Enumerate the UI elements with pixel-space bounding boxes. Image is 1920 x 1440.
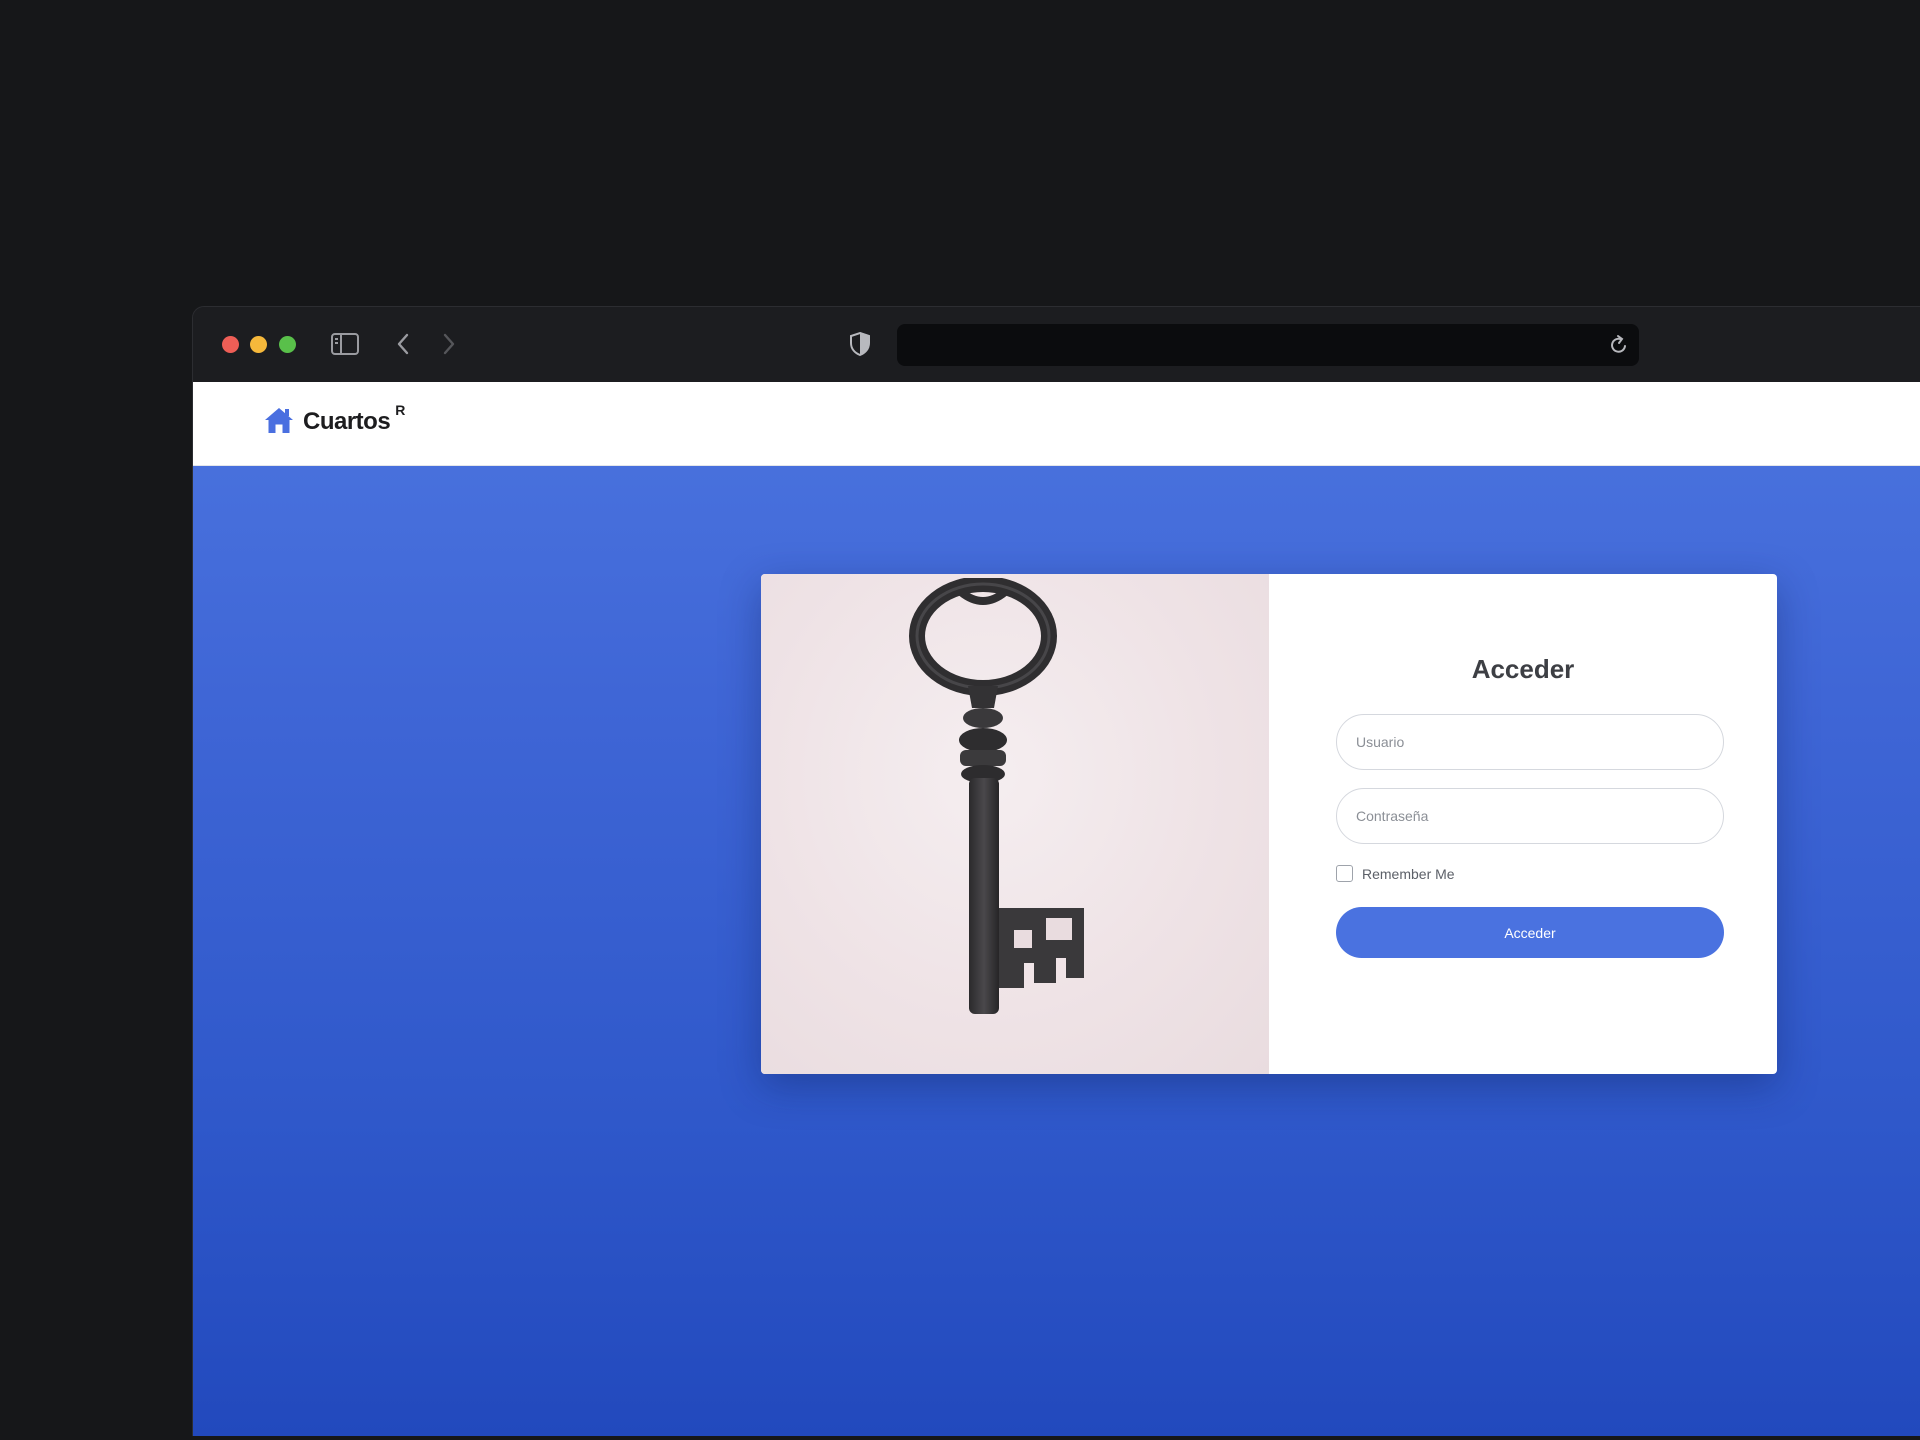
brand-superscript: R	[395, 402, 406, 418]
key-image	[761, 574, 1269, 1074]
brand-link[interactable]: Cuartos R	[263, 402, 406, 436]
address-bar[interactable]	[897, 324, 1639, 366]
username-input[interactable]	[1336, 714, 1724, 770]
remember-me-label: Remember Me	[1362, 865, 1455, 882]
chevron-left-icon[interactable]	[395, 331, 411, 357]
remember-me-checkbox[interactable]	[1336, 865, 1353, 882]
close-window-button[interactable]	[222, 336, 239, 353]
remember-me[interactable]: Remember Me	[1336, 865, 1455, 882]
site-navbar: Cuartos R	[193, 382, 1920, 466]
browser-window: Cuartos R Acceder Usuario Remember Me Ac…	[192, 306, 1920, 1436]
home-icon	[263, 406, 295, 434]
page-viewport: Cuartos R Acceder Usuario Remember Me Ac…	[193, 382, 1920, 1436]
browser-toolbar	[193, 307, 1920, 382]
password-input[interactable]	[1336, 788, 1724, 844]
key-illustration	[909, 578, 1084, 1014]
minimize-window-button[interactable]	[250, 336, 267, 353]
maximize-window-button[interactable]	[279, 336, 296, 353]
sidebar-toggle-icon[interactable]	[331, 333, 359, 355]
login-form: Acceder Remember Me Acceder	[1269, 574, 1777, 1074]
login-submit-button[interactable]: Acceder	[1336, 907, 1724, 958]
login-title: Acceder	[1471, 654, 1575, 684]
chevron-right-icon[interactable]	[441, 331, 457, 357]
login-card: Acceder Remember Me Acceder	[761, 574, 1777, 1074]
reload-icon[interactable]	[1609, 334, 1629, 356]
shield-icon[interactable]	[849, 331, 871, 357]
brand-name: Cuartos	[303, 408, 391, 435]
